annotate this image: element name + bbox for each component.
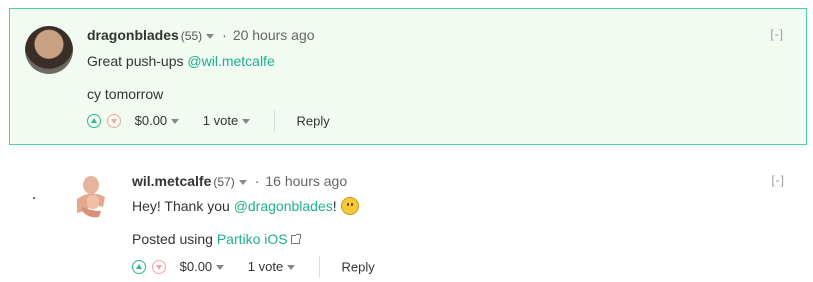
payout-dropdown[interactable]: $0.00 xyxy=(135,111,180,131)
comment-wil-metcalfe: wil.metcalfe (57) · 16 hours ago [-] Hey! T… xyxy=(9,157,807,282)
footer-divider xyxy=(318,256,320,278)
collapse-button[interactable]: [-] xyxy=(771,173,785,187)
author-name[interactable]: dragonblades xyxy=(87,27,179,43)
comment-text: Posted using xyxy=(132,231,217,247)
reply-button[interactable]: Reply xyxy=(341,260,374,275)
comment-header: wil.metcalfe (57) · 16 hours ago xyxy=(132,171,347,191)
avatar-dragonblades[interactable] xyxy=(25,26,73,74)
mention-link[interactable]: @dragonblades xyxy=(234,198,333,214)
upvote-icon[interactable] xyxy=(132,260,146,274)
comment-text: Hey! Thank you xyxy=(132,198,234,214)
comment-header: dragonblades (55) · 20 hours ago xyxy=(87,25,315,45)
reply-button[interactable]: Reply xyxy=(296,114,329,129)
author-reputation: (55) xyxy=(180,29,203,43)
downvote-icon[interactable] xyxy=(152,260,166,274)
caret-down-icon xyxy=(242,119,251,125)
author-name[interactable]: wil.metcalfe xyxy=(132,173,211,189)
collapse-button[interactable]: [-] xyxy=(770,27,784,41)
comment-timestamp[interactable]: 16 hours ago xyxy=(265,173,347,189)
avatar-image xyxy=(77,176,105,218)
comment-timestamp[interactable]: 20 hours ago xyxy=(233,27,315,43)
comment-body-line1: Great push-ups @wil.metcalfe xyxy=(87,53,275,69)
partiko-link[interactable]: Partiko iOS xyxy=(217,231,288,247)
smiley-emoji-icon xyxy=(340,197,359,215)
footer-divider xyxy=(273,110,275,132)
comment-body-line2: Posted using Partiko iOS xyxy=(132,231,301,247)
author-menu-caret-icon[interactable] xyxy=(238,179,247,185)
author-reputation: (57) xyxy=(213,175,235,189)
upvote-icon[interactable] xyxy=(87,114,101,128)
comment-dragonblades: dragonblades (55) · 20 hours ago [-] Great … xyxy=(9,8,807,145)
external-link-icon xyxy=(290,234,301,244)
comment-text-suffix: ! xyxy=(332,198,337,214)
caret-down-icon xyxy=(287,265,296,271)
author-menu-caret-icon[interactable] xyxy=(206,33,215,39)
votes-count: 1 vote xyxy=(247,259,284,274)
avatar-wil-metcalfe[interactable] xyxy=(67,173,115,221)
comment-footer: $0.00 1 vote Reply xyxy=(87,110,330,132)
votes-dropdown[interactable]: 1 vote xyxy=(247,257,296,277)
comment-text: cy tomorrow xyxy=(87,86,164,102)
caret-down-icon xyxy=(171,119,180,125)
votes-dropdown[interactable]: 1 vote xyxy=(202,111,251,131)
header-separator: · xyxy=(254,173,260,189)
mention-link[interactable]: @wil.metcalfe xyxy=(187,53,274,69)
payout-value: $0.00 xyxy=(134,113,168,128)
downvote-icon[interactable] xyxy=(107,114,121,128)
comment-text: Great push-ups xyxy=(87,53,188,69)
comment-footer: $0.00 1 vote Reply xyxy=(132,256,375,278)
caret-down-icon xyxy=(216,265,225,271)
votes-count: 1 vote xyxy=(202,113,239,128)
payout-dropdown[interactable]: $0.00 xyxy=(180,257,225,277)
payout-value: $0.00 xyxy=(179,259,213,274)
comment-body-line1: Hey! Thank you @dragonblades! xyxy=(132,197,359,215)
header-separator: · xyxy=(222,27,227,43)
comment-body-line2: cy tomorrow xyxy=(87,86,163,102)
thread-dot xyxy=(33,197,35,199)
